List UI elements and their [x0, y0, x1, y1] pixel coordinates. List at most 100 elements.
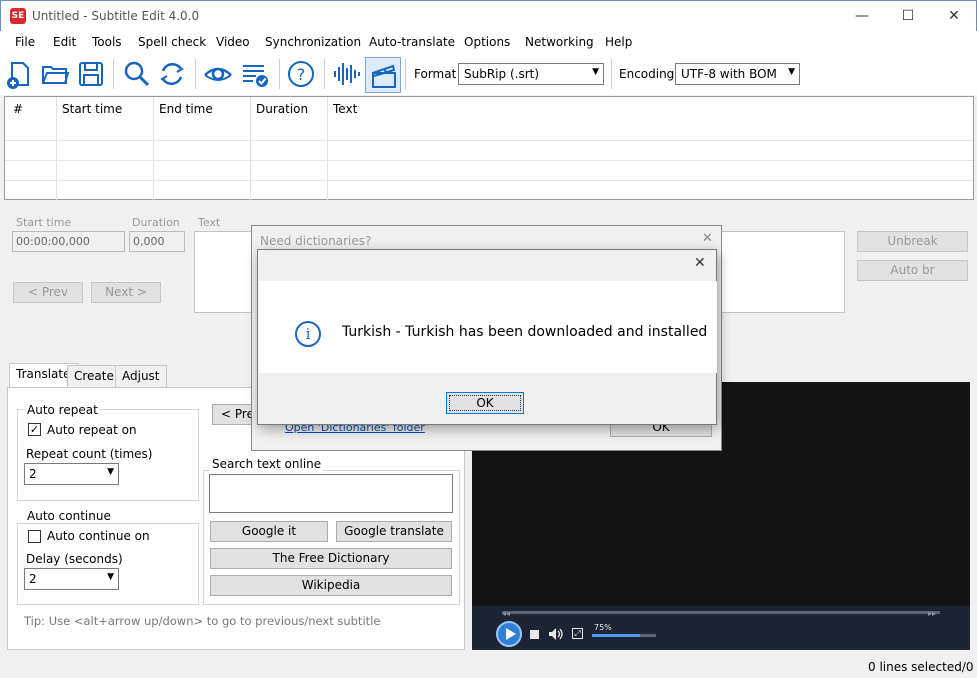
column-duration[interactable]: Duration: [256, 102, 308, 116]
start-time-label: Start time: [16, 216, 72, 229]
format-select[interactable]: SubRip (.srt) ▼: [458, 63, 604, 85]
toolbar-separator: [324, 59, 325, 89]
auto-repeat-title: Auto repeat: [25, 403, 100, 417]
menu-bar: File Edit Tools Spell check Video Synchr…: [0, 31, 977, 55]
chevron-down-icon: ▼: [107, 572, 114, 582]
menu-options[interactable]: Options: [464, 35, 510, 49]
start-time-input[interactable]: 00:00:00,000: [12, 231, 125, 252]
start-time-value: 00:00:00,000: [16, 235, 90, 248]
google-translate-button[interactable]: Google translate: [336, 521, 452, 542]
stop-icon[interactable]: [530, 630, 539, 639]
grid-divider: [56, 97, 57, 200]
message-text: Turkish - Turkish has been downloaded an…: [342, 324, 708, 340]
need-dictionaries-title: Need dictionaries?: [260, 234, 372, 248]
spell-check-icon[interactable]: [240, 59, 270, 89]
encoding-value: UTF-8 with BOM: [681, 67, 777, 81]
delay-value: 2: [29, 572, 37, 586]
visual-sync-icon[interactable]: [203, 59, 233, 89]
auto-continue-checkbox[interactable]: [28, 530, 41, 543]
free-dictionary-button[interactable]: The Free Dictionary: [210, 548, 452, 569]
title-bar: SE Untitled - Subtitle Edit 4.0.0 — ☐ ✕: [0, 0, 977, 31]
repeat-count-label: Repeat count (times): [26, 447, 153, 461]
info-icon: i: [295, 321, 321, 347]
grid-divider: [5, 140, 973, 141]
rewind-icon[interactable]: ◂◂: [502, 609, 510, 618]
menu-synchronization[interactable]: Synchronization: [265, 35, 361, 49]
repeat-count-select[interactable]: 2 ▼: [24, 463, 119, 485]
duration-input[interactable]: 0,000: [129, 231, 185, 252]
column-number[interactable]: #: [13, 102, 23, 116]
seek-bar[interactable]: [502, 611, 940, 614]
column-end-time[interactable]: End time: [159, 102, 213, 116]
open-folder-icon[interactable]: [40, 59, 70, 89]
toolbar-separator: [405, 59, 406, 89]
duration-label: Duration: [132, 216, 180, 229]
message-box-close-button[interactable]: ✕: [694, 255, 706, 271]
menu-edit[interactable]: Edit: [53, 35, 76, 49]
next-button[interactable]: Next >: [91, 282, 161, 303]
waveform-icon[interactable]: [331, 59, 361, 89]
toolbar-separator: [279, 59, 280, 89]
find-icon[interactable]: [121, 59, 151, 89]
tab-create[interactable]: Create: [67, 365, 121, 387]
minimize-button[interactable]: —: [839, 1, 885, 31]
column-text[interactable]: Text: [333, 102, 357, 116]
svg-text:?: ?: [297, 65, 306, 84]
menu-networking[interactable]: Networking: [525, 35, 594, 49]
encoding-select[interactable]: UTF-8 with BOM ▼: [675, 63, 800, 85]
toolbar-separator: [113, 59, 114, 89]
new-file-icon[interactable]: [4, 59, 34, 89]
auto-repeat-on-label[interactable]: Auto repeat on: [47, 423, 137, 437]
grid-divider: [327, 97, 328, 200]
google-it-button[interactable]: Google it: [210, 521, 328, 542]
play-button[interactable]: [496, 621, 522, 647]
subtitle-grid[interactable]: # Start time End time Duration Text: [4, 96, 974, 200]
menu-spell-check[interactable]: Spell check: [138, 35, 206, 49]
menu-auto-translate[interactable]: Auto-translate: [369, 35, 455, 49]
auto-br-button[interactable]: Auto br: [857, 260, 968, 281]
replace-icon[interactable]: [157, 59, 187, 89]
ok-button[interactable]: OK: [446, 392, 524, 414]
video-toggle-button[interactable]: [365, 57, 401, 93]
toolbar-separator: [611, 59, 612, 89]
chevron-down-icon: ▼: [107, 467, 114, 477]
volume-slider-fill: [592, 634, 640, 637]
volume-slider[interactable]: [592, 634, 656, 637]
volume-icon[interactable]: [548, 627, 564, 641]
maximize-button[interactable]: ☐: [885, 1, 931, 31]
video-icon: [372, 64, 396, 88]
grid-divider: [5, 160, 973, 161]
menu-file[interactable]: File: [15, 35, 35, 49]
need-dictionaries-close-button[interactable]: ✕: [702, 231, 713, 246]
chevron-down-icon: ▼: [788, 67, 795, 77]
lines-selected-status: 0 lines selected/0: [868, 660, 974, 674]
help-icon[interactable]: ?: [286, 59, 316, 89]
resize-grip-icon[interactable]: ⋰: [962, 661, 972, 672]
tip-text: Tip: Use <alt+arrow up/down> to go to pr…: [24, 614, 381, 628]
menu-help[interactable]: Help: [605, 35, 632, 49]
format-value: SubRip (.srt): [464, 67, 540, 81]
volume-percent: 75%: [594, 623, 612, 632]
close-window-button[interactable]: ✕: [931, 1, 977, 31]
prev-button[interactable]: < Prev: [13, 282, 83, 303]
unbreak-button[interactable]: Unbreak: [857, 231, 968, 252]
fast-forward-icon[interactable]: ▸▸: [928, 609, 936, 618]
grid-divider: [5, 180, 973, 181]
tab-adjust[interactable]: Adjust: [115, 365, 167, 387]
auto-repeat-checkbox[interactable]: ✓: [28, 423, 41, 436]
search-online-input[interactable]: [209, 474, 453, 513]
save-icon[interactable]: [76, 59, 106, 89]
wikipedia-button[interactable]: Wikipedia: [210, 575, 452, 596]
duration-value: 0,000: [133, 235, 165, 248]
auto-continue-title: Auto continue: [25, 509, 113, 523]
menu-video[interactable]: Video: [216, 35, 250, 49]
column-start-time[interactable]: Start time: [62, 102, 122, 116]
app-logo-icon: SE: [10, 8, 26, 24]
delay-select[interactable]: 2 ▼: [24, 568, 119, 590]
auto-continue-on-label[interactable]: Auto continue on: [47, 529, 150, 543]
menu-tools[interactable]: Tools: [92, 35, 122, 49]
repeat-count-value: 2: [29, 467, 37, 481]
search-online-title: Search text online: [210, 457, 324, 471]
chevron-down-icon: ▼: [592, 67, 599, 77]
fullscreen-icon[interactable]: ⤢: [572, 628, 583, 639]
